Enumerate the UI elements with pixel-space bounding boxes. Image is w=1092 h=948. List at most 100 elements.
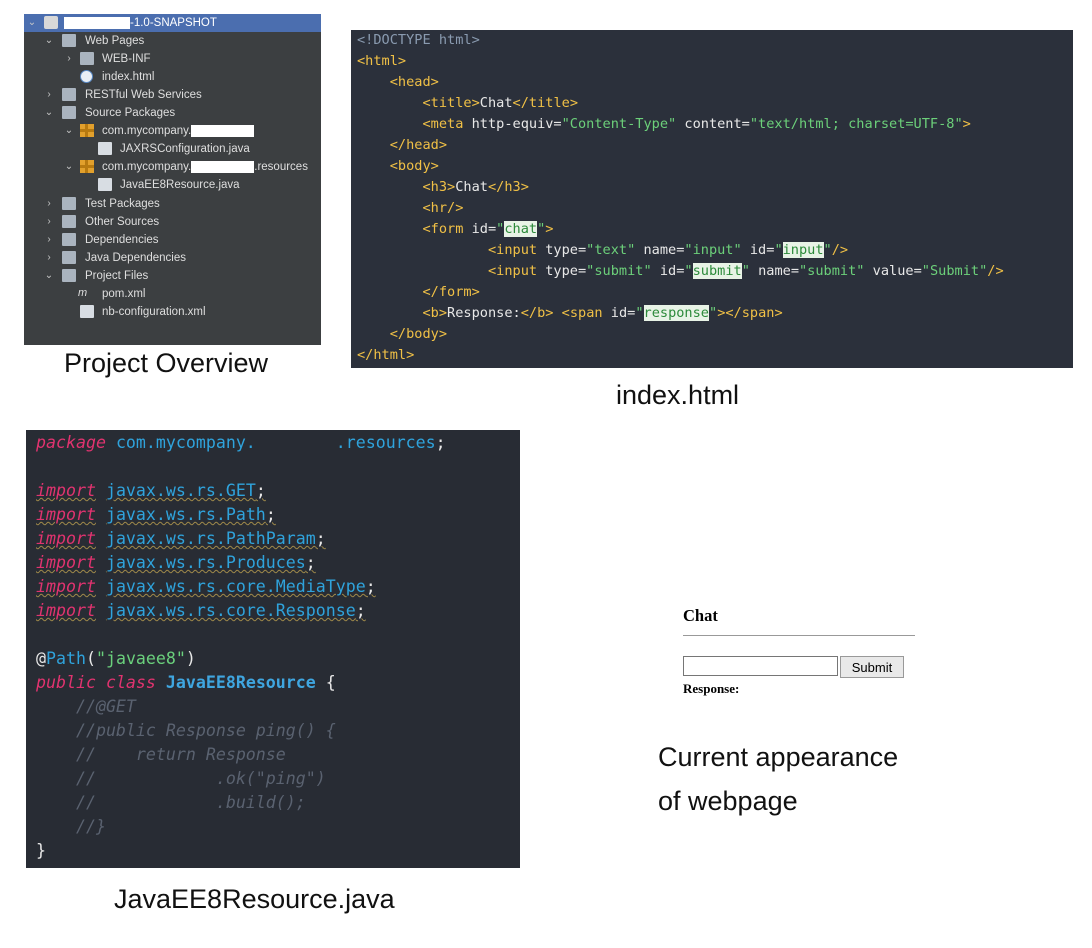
code-line: import javax.ws.rs.core.MediaType; [36,577,376,596]
code-token: <meta [422,116,464,132]
code-line: package com.mycompany. .resources; [36,433,446,452]
tree-item-nb-config[interactable]: nb-configuration.xml [24,303,321,321]
code-token: import [36,505,96,524]
code-token: <!DOCTYPE html> [357,32,480,48]
code-token: http-equiv= [471,116,562,132]
code-line: <!DOCTYPE html> [357,30,480,51]
code-token: type= [545,263,587,279]
code-line: import javax.ws.rs.core.Response; [36,601,366,620]
code-token: <form [422,221,464,237]
tree-item-restful[interactable]: › RESTful Web Services [24,86,321,104]
caption-index-html: index.html [616,380,740,410]
tree-item-label: pom.xml [102,288,146,300]
code-token: > [962,116,971,132]
code-line: <input type="text" name="input" id="inpu… [487,242,849,258]
chevron-down-icon[interactable]: ⌄ [64,122,74,140]
folder-icon [62,197,76,210]
chevron-down-icon[interactable]: ⌄ [27,14,37,32]
folder-icon [62,215,76,228]
folder-icon [62,106,76,119]
code-token: } [36,841,46,860]
java-code-panel: package com.mycompany. .resources; impor… [26,430,520,868]
tree-item-label: Dependencies [85,234,159,246]
code-token: "Submit" [921,263,988,279]
code-token: javax.ws.rs.GET [105,481,256,500]
code-token: /> [987,263,1004,279]
code-token: public [36,673,96,692]
chevron-right-icon[interactable]: › [44,195,54,213]
tree-item-pom[interactable]: m pom.xml [24,285,321,303]
tree-item-test-packages[interactable]: › Test Packages [24,195,321,213]
code-token: response [643,305,709,321]
tree-item-other-sources[interactable]: › Other Sources [24,213,321,231]
code-line: //} [36,815,106,839]
code-token: <h3> [422,179,456,195]
chevron-down-icon[interactable]: ⌄ [44,267,54,285]
chevron-down-icon[interactable]: ⌄ [44,104,54,122]
chevron-down-icon[interactable]: ⌄ [44,32,54,50]
code-token: { [325,673,336,692]
java-file-icon [98,142,112,155]
webpage-preview: Chat Submit Response: [683,600,923,700]
java-file-icon [98,178,112,191]
code-token: </h3> [487,179,529,195]
code-token: <head> [389,74,439,90]
code-token: content= [684,116,750,132]
library-icon [62,233,76,246]
tree-item-label: Web Pages [85,35,145,47]
code-line: </form> [357,282,479,303]
code-token: //public Response ping() { [75,721,336,740]
tree-item-resources-package[interactable]: ⌄ com.mycompany. .resources [24,158,321,176]
submit-button[interactable]: Submit [840,656,904,678]
code-token: "text" [586,242,636,258]
tree-item-label: WEB-INF [102,53,151,65]
tree-item-index-html[interactable]: index.html [24,68,321,86]
code-token: import [36,481,96,500]
chevron-right-icon[interactable]: › [44,249,54,267]
tree-item-dependencies[interactable]: › Dependencies [24,231,321,249]
tree-item-source-packages[interactable]: ⌄ Source Packages [24,104,321,122]
package-icon [80,124,94,137]
tree-item-resource-java[interactable]: JavaEE8Resource.java [24,176,321,194]
tree-item-label: Project Files [85,270,149,282]
code-token: ></span> [717,305,783,321]
code-token: <title> [422,95,480,111]
tree-item-jaxrs-config[interactable]: JAXRSConfiguration.java [24,140,321,158]
code-token: import [36,529,96,548]
code-token: id= [610,305,636,321]
tree-item-label: RESTful Web Services [85,89,202,101]
chevron-right-icon[interactable]: › [44,213,54,231]
tree-item-java-dependencies[interactable]: › Java Dependencies [24,249,321,267]
chat-input[interactable] [683,656,838,676]
code-token: </title> [512,95,579,111]
chevron-right-icon[interactable]: › [64,50,74,68]
caption-resource-java: JavaEE8Resource.java [114,884,395,914]
code-token: input [782,242,824,258]
code-line: @Path("javaee8") [36,649,196,668]
chevron-down-icon[interactable]: ⌄ [64,158,74,176]
package-icon [80,160,94,173]
chevron-right-icon[interactable]: › [44,231,54,249]
tree-root[interactable]: ⌄ -1.0-SNAPSHOT [24,14,321,32]
code-token: // .build(); [75,793,306,812]
code-token: name= [758,263,799,279]
code-token: id= [749,242,775,258]
code-token: // .ok("ping") [75,769,326,788]
tree-item-web-pages[interactable]: ⌄ Web Pages [24,32,321,50]
tree-item-web-inf[interactable]: › WEB-INF [24,50,321,68]
code-token: "input" [684,242,742,258]
tree-item-project-files[interactable]: ⌄ Project Files [24,267,321,285]
code-token: /> [831,242,849,258]
code-token: value= [872,263,922,279]
code-line: } [36,839,46,863]
code-token: <input [487,263,538,279]
code-token: //} [75,817,106,836]
code-token: com.mycompany. [115,433,256,452]
tree-item-package[interactable]: ⌄ com.mycompany. [24,122,321,140]
code-token: </body> [389,326,448,342]
code-token: javax.ws.rs.Path [105,505,266,524]
chevron-right-icon[interactable]: › [44,86,54,104]
divider [683,635,915,636]
tree-item-label: JAXRSConfiguration.java [120,143,250,155]
code-token: Chat [455,179,488,195]
